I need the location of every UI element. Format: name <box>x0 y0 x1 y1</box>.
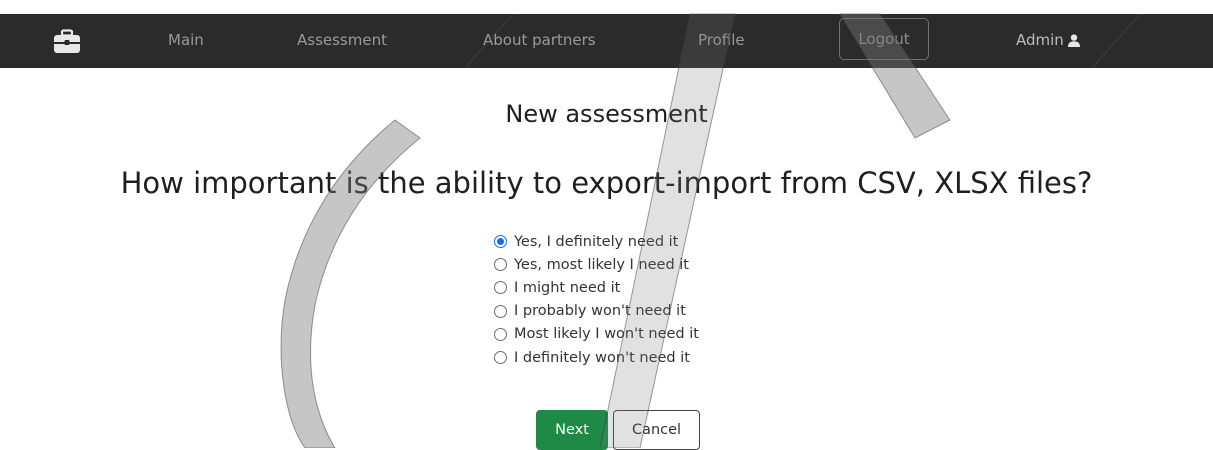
answer-option-label: I might need it <box>514 279 621 296</box>
radio-button[interactable] <box>494 327 507 341</box>
user-name-label: Admin <box>1016 31 1064 49</box>
nav-item-profile[interactable]: Profile <box>698 31 745 49</box>
answer-option[interactable]: Yes, most likely I need it <box>494 253 699 276</box>
top-navbar: Main Assessment About partners Profile L… <box>0 14 1213 68</box>
user-menu[interactable]: Admin <box>1016 31 1080 49</box>
nav-item-main[interactable]: Main <box>168 31 204 49</box>
nav-item-assessment[interactable]: Assessment <box>297 31 387 49</box>
next-button[interactable]: Next <box>536 410 608 450</box>
answer-option[interactable]: Yes, I definitely need it <box>494 230 699 253</box>
radio-button[interactable] <box>494 235 507 249</box>
answer-option[interactable]: I might need it <box>494 276 699 299</box>
answer-option-label: Yes, most likely I need it <box>514 256 689 273</box>
answer-option[interactable]: I definitely won't need it <box>494 346 699 369</box>
radio-button[interactable] <box>494 351 507 365</box>
logout-button[interactable]: Logout <box>839 18 929 60</box>
answer-option[interactable]: Most likely I won't need it <box>494 323 699 346</box>
answer-option[interactable]: I probably won't need it <box>494 300 699 323</box>
page-title: New assessment <box>505 100 708 128</box>
answer-option-label: Yes, I definitely need it <box>514 233 679 250</box>
answer-option-label: Most likely I won't need it <box>514 326 699 343</box>
answer-options: Yes, I definitely need it Yes, most like… <box>494 230 699 369</box>
briefcase-icon[interactable] <box>54 29 80 53</box>
nav-item-about-partners[interactable]: About partners <box>483 31 596 49</box>
answer-option-label: I definitely won't need it <box>514 349 690 366</box>
answer-option-label: I probably won't need it <box>514 303 686 320</box>
radio-button[interactable] <box>494 304 507 318</box>
user-icon <box>1067 34 1080 47</box>
question-text: How important is the ability to export-i… <box>120 166 1093 200</box>
cancel-button[interactable]: Cancel <box>613 410 700 450</box>
radio-button[interactable] <box>494 258 507 272</box>
radio-button[interactable] <box>494 281 507 295</box>
